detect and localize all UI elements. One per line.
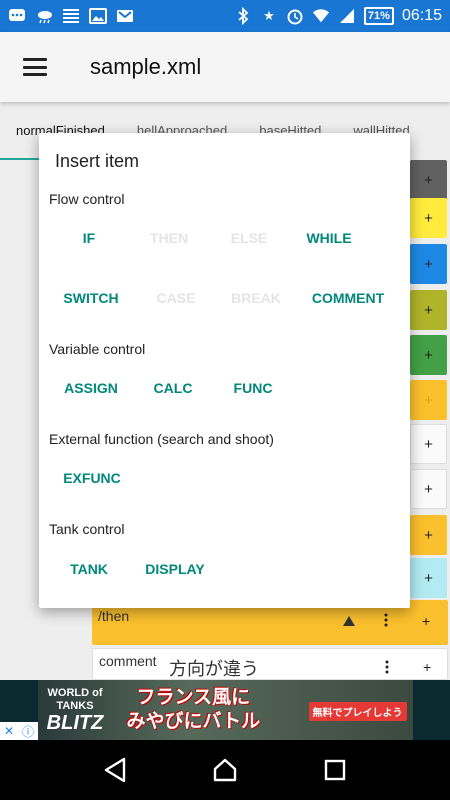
ad-headline: フランス風に みやびにバトル xyxy=(126,687,261,732)
back-icon xyxy=(104,757,126,783)
comment-button[interactable]: COMMENT xyxy=(302,278,394,318)
list-item-add-button[interactable]: + xyxy=(410,380,447,420)
more-vert-icon[interactable] xyxy=(385,660,389,677)
display-button[interactable]: DISPLAY xyxy=(133,549,217,589)
while-button[interactable]: WHILE xyxy=(289,218,369,258)
exfunc-button[interactable]: EXFUNC xyxy=(52,458,132,498)
close-icon[interactable]: ✕ xyxy=(4,724,14,738)
list-item-add-button[interactable]: + xyxy=(410,424,447,464)
hamburger-icon xyxy=(23,58,47,76)
case-button: CASE xyxy=(156,290,196,306)
list-item-add-button[interactable]: + xyxy=(410,244,447,284)
else-button: ELSE xyxy=(230,230,268,246)
section-variable-control: Variable control xyxy=(49,341,146,357)
recents-icon xyxy=(324,759,346,781)
section-tank-control: Tank control xyxy=(49,521,125,537)
info-icon[interactable]: ⓘ xyxy=(22,723,34,740)
menu-button[interactable] xyxy=(0,32,70,102)
assign-button[interactable]: ASSIGN xyxy=(51,368,131,408)
insert-item-dialog: Insert item Flow control IF THEN ELSE WH… xyxy=(39,133,410,608)
star-icon: ★ xyxy=(263,8,275,23)
comment-text: 方向が違う xyxy=(169,659,259,679)
signal-icon xyxy=(338,8,356,24)
home-button[interactable] xyxy=(205,750,245,790)
ad-cta-button[interactable]: 無料でプレイしよう xyxy=(308,702,407,721)
mail-icon xyxy=(116,8,134,24)
add-icon[interactable]: + xyxy=(423,659,431,675)
list-item-add-button[interactable]: + xyxy=(410,469,447,509)
list-item-add-button[interactable]: + xyxy=(410,198,447,238)
row-label: comment xyxy=(99,653,157,669)
ad-creative[interactable]: WORLD of TANKS BLITZ フランス風に みやびにバトル 無料でプ… xyxy=(37,680,413,740)
switch-button[interactable]: SWITCH xyxy=(51,278,131,318)
row-label: /then xyxy=(98,608,130,624)
image-icon xyxy=(89,8,107,24)
recents-button[interactable] xyxy=(315,750,355,790)
list-item-add-button[interactable]: + xyxy=(410,515,447,555)
break-button: BREAK xyxy=(231,290,281,306)
home-icon xyxy=(213,758,237,782)
bluetooth-icon xyxy=(234,7,252,25)
add-icon[interactable]: + xyxy=(422,613,430,629)
list-item-add-button[interactable]: + xyxy=(410,290,447,330)
more-vert-icon[interactable] xyxy=(384,613,388,630)
section-external-function: External function (search and shoot) xyxy=(49,431,274,447)
ad-banner[interactable]: WORLD of TANKS BLITZ フランス風に みやびにバトル 無料でプ… xyxy=(0,680,450,740)
section-flow-control: Flow control xyxy=(49,191,125,207)
list-icon xyxy=(62,8,80,24)
then-button: THEN xyxy=(149,230,189,246)
ad-logo: WORLD of TANKS BLITZ xyxy=(46,687,104,734)
alarm-icon xyxy=(286,8,304,25)
list-item-comment[interactable]: comment 方向が違う + xyxy=(92,648,448,680)
page-title: sample.xml xyxy=(90,54,202,79)
list-item-add-button[interactable]: + xyxy=(410,160,447,200)
if-button[interactable]: IF xyxy=(49,218,129,258)
app-bar: sample.xml xyxy=(0,32,450,102)
system-nav-bar xyxy=(0,740,450,800)
ad-choices-badge[interactable]: ✕ ⓘ xyxy=(0,722,38,740)
wifi-icon xyxy=(312,8,330,24)
weather-icon xyxy=(35,8,53,24)
battery-level: 71% xyxy=(363,7,394,25)
status-bar: ★ 71% 06:15 xyxy=(0,0,450,32)
list-item-add-button[interactable]: + xyxy=(410,558,447,598)
dialog-title: Insert item xyxy=(55,151,140,171)
collapse-icon[interactable] xyxy=(342,614,356,630)
message-icon xyxy=(8,8,26,24)
func-button[interactable]: FUNC xyxy=(213,368,293,408)
clock: 06:15 xyxy=(401,7,442,24)
calc-button[interactable]: CALC xyxy=(133,368,213,408)
back-button[interactable] xyxy=(95,750,135,790)
tank-button[interactable]: TANK xyxy=(49,549,129,589)
list-item-add-button[interactable]: + xyxy=(410,335,447,375)
